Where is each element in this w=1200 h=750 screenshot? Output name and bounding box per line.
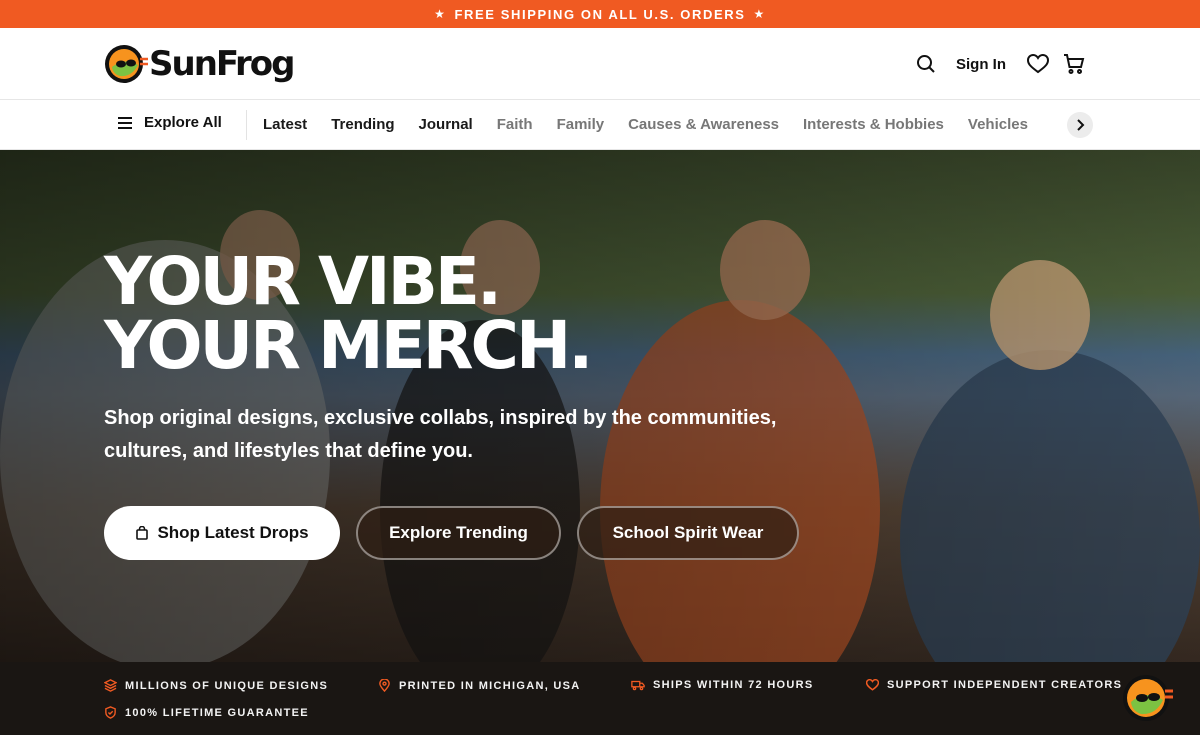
feature-item: SHIPS WITHIN 72 HOURS: [631, 679, 814, 691]
nav-item-faith[interactable]: Faith: [497, 116, 533, 133]
feature-item: MILLIONS OF UNIQUE DESIGNS: [104, 679, 328, 692]
truck-icon: [631, 680, 645, 691]
nav-item-journal[interactable]: Journal: [419, 116, 473, 133]
nav-item-vehicles[interactable]: Vehicles: [968, 116, 1028, 133]
map-pin-icon: [379, 679, 390, 692]
hero-title-line: YOUR MERCH.: [104, 307, 593, 384]
heart-icon[interactable]: [1020, 46, 1056, 82]
star-icon: ★: [434, 7, 447, 21]
feature-item: PRINTED IN MICHIGAN, USA: [378, 679, 581, 692]
hero-subtitle: Shop original designs, exclusive collabs…: [104, 407, 777, 462]
heart-icon: [866, 679, 879, 691]
sign-in-link[interactable]: Sign In: [956, 56, 1006, 73]
feature-label: SHIPS WITHIN 72 HOURS: [653, 679, 814, 691]
logo-link[interactable]: SunFrog: [104, 43, 295, 85]
shield-check-icon: [105, 706, 116, 719]
frog-mascot-chat-icon[interactable]: [1120, 673, 1174, 723]
shop-latest-drops-button[interactable]: Shop Latest Drops: [104, 506, 340, 560]
nav-item-trending[interactable]: Trending: [331, 116, 394, 133]
feature-item: SUPPORT INDEPENDENT CREATORS: [866, 679, 1122, 691]
feature-label: SUPPORT INDEPENDENT CREATORS: [887, 679, 1123, 691]
brand-name: SunFrog: [149, 44, 295, 84]
nav-item-latest[interactable]: Latest: [263, 116, 307, 133]
page-bottom-edge: [0, 735, 1200, 750]
hero-banner: YOUR VIBE. YOUR MERCH. Shop original des…: [0, 150, 1200, 662]
explore-all-button[interactable]: Explore All: [116, 114, 222, 131]
nav-item-causes-awareness[interactable]: Causes & Awareness: [628, 116, 779, 133]
shopping-bag-icon: [136, 526, 149, 540]
feature-item: 100% LIFETIME GUARANTEE: [104, 706, 309, 719]
nav-item-interests-hobbies[interactable]: Interests & Hobbies: [803, 116, 944, 133]
hero-title-line: YOUR VIBE.: [104, 243, 502, 320]
explore-trending-button[interactable]: Explore Trending: [356, 506, 561, 560]
nav-item-family[interactable]: Family: [557, 116, 605, 133]
promo-text: FREE SHIPPING ON ALL U.S. ORDERS: [454, 6, 746, 22]
hero-title: YOUR VIBE. YOUR MERCH.: [104, 243, 593, 384]
features-bar: MILLIONS OF UNIQUE DESIGNS PRINTED IN MI…: [0, 662, 1200, 735]
feature-label: PRINTED IN MICHIGAN, USA: [399, 679, 581, 692]
shop-latest-drops-label: Shop Latest Drops: [157, 523, 309, 542]
search-icon[interactable]: [908, 46, 944, 82]
promo-banner: ★ FREE SHIPPING ON ALL U.S. ORDERS ★: [0, 0, 1200, 28]
school-spirit-wear-button[interactable]: School Spirit Wear: [577, 506, 799, 560]
layers-icon: [104, 679, 117, 692]
nav-scroll-right-button[interactable]: [1067, 112, 1093, 138]
explore-all-label: Explore All: [144, 114, 222, 131]
nav-divider: [246, 110, 247, 140]
feature-label: MILLIONS OF UNIQUE DESIGNS: [125, 679, 329, 692]
site-header: SunFrog Sign In: [0, 28, 1200, 100]
category-nav: Explore All Latest Trending Journal Fait…: [0, 100, 1200, 150]
cart-icon[interactable]: [1056, 46, 1092, 82]
feature-label: 100% LIFETIME GUARANTEE: [125, 706, 309, 719]
menu-icon: [118, 116, 132, 129]
star-icon: ★: [753, 7, 766, 21]
frog-logo-icon: [105, 45, 148, 83]
chevron-right-icon: [1077, 119, 1085, 131]
